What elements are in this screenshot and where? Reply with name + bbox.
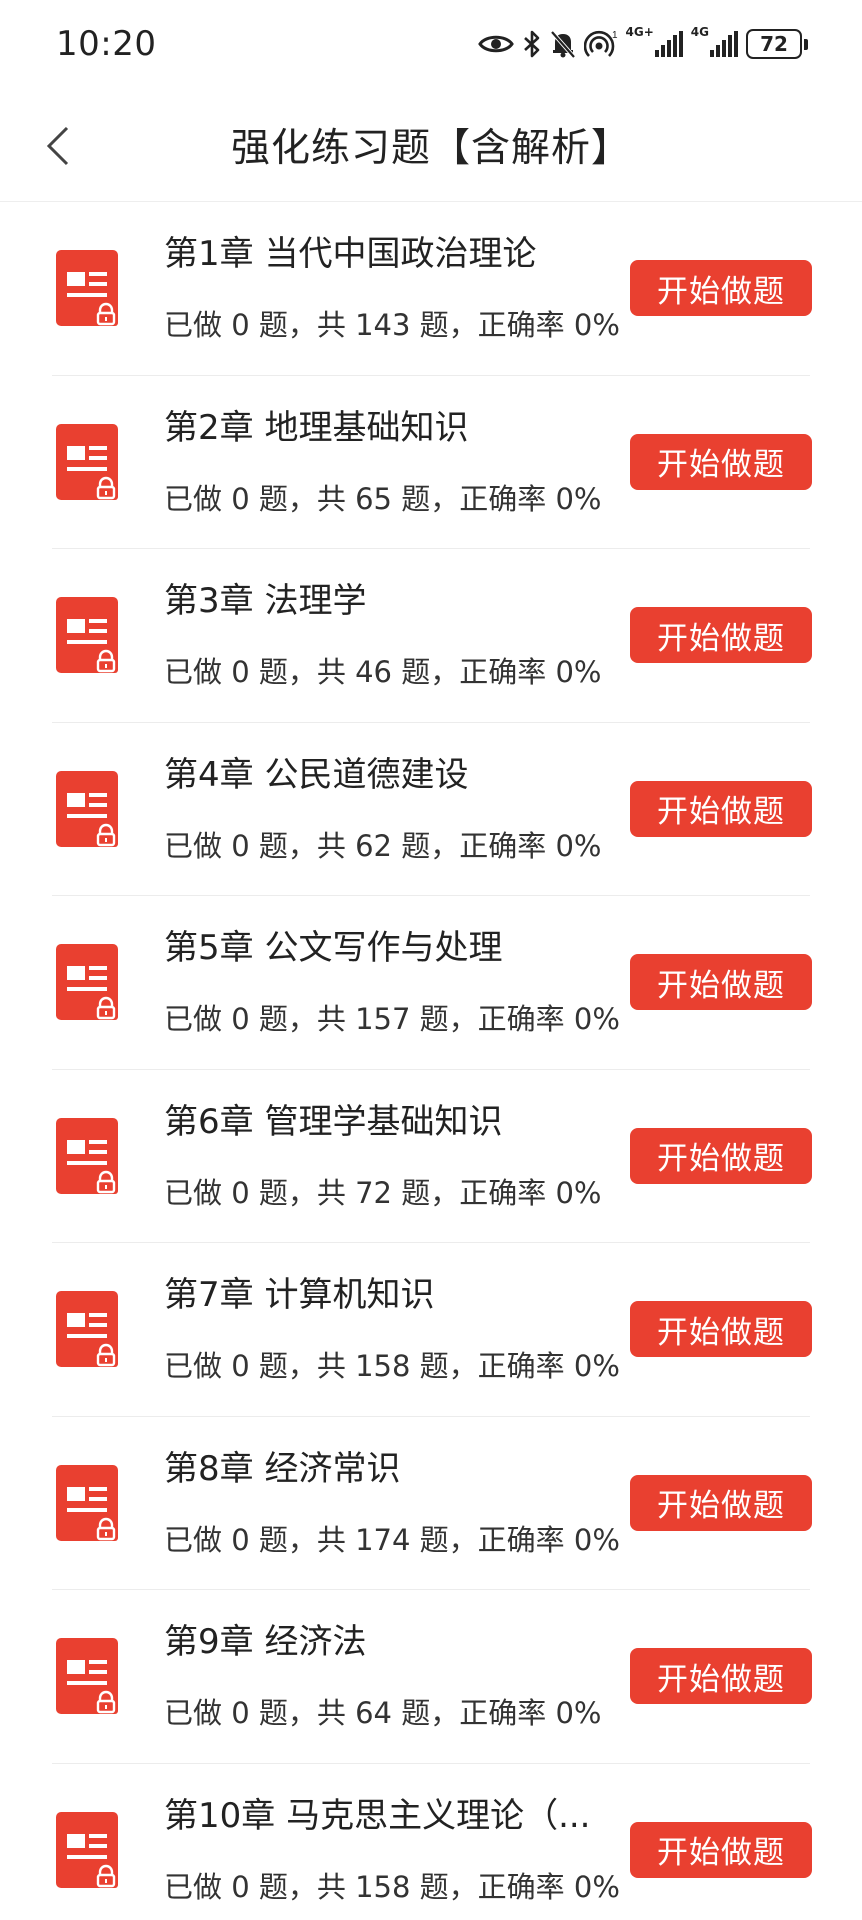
hotspot-icon: 1 — [583, 26, 618, 62]
chapter-title: 第10章 马克思主义理论（... — [164, 1795, 591, 1836]
chapter-title: 第6章 管理学基础知识 — [164, 1101, 503, 1142]
signal-icon: 4G+ — [626, 26, 683, 62]
chapter-title: 第9章 经济法 — [164, 1622, 367, 1662]
document-lock-icon — [56, 944, 118, 1021]
document-lock-icon — [56, 1291, 118, 1368]
chapter-stats: 已做 0 题，共 158 题，正确率 0% — [164, 1349, 620, 1383]
chapter-row-5[interactable]: 第5章 公文写作与处理 已做 0 题，共 157 题，正确率 0% 开始做题 — [52, 896, 812, 1070]
chapter-row-2[interactable]: 第2章 地理基础知识 已做 0 题，共 65 题，正确率 0% 开始做题 — [52, 376, 812, 549]
document-lock-icon — [56, 423, 118, 500]
chapter-stats: 已做 0 题，共 174 题，正确率 0% — [164, 1522, 620, 1557]
page-header: 强化练习题【含解析】 — [0, 92, 862, 202]
chapter-stats: 已做 0 题，共 72 题，正确率 0% — [164, 1175, 602, 1210]
start-practice-button[interactable]: 开始做题 — [630, 607, 812, 663]
start-practice-button[interactable]: 开始做题 — [630, 1648, 812, 1704]
chapter-stats: 已做 0 题，共 65 题，正确率 0% — [164, 481, 602, 516]
network-type-label: 4G+ — [625, 25, 654, 39]
start-practice-button[interactable]: 开始做题 — [630, 780, 812, 837]
chapter-stats: 已做 0 题，共 143 题，正确率 0% — [164, 308, 620, 342]
battery-icon: 72 — [746, 26, 808, 62]
status-bar: 10:20 1 4G+ 4G 72 — [0, 0, 862, 92]
document-lock-icon — [56, 597, 118, 674]
start-practice-button[interactable]: 开始做题 — [630, 1474, 812, 1531]
svg-text:1: 1 — [612, 30, 618, 41]
chapter-title: 第2章 地理基础知识 — [164, 407, 469, 448]
network-type-label: 4G — [690, 25, 709, 39]
start-practice-button[interactable]: 开始做题 — [630, 1301, 812, 1357]
chapter-row-6[interactable]: 第6章 管理学基础知识 已做 0 题，共 72 题，正确率 0% 开始做题 — [52, 1070, 812, 1243]
document-lock-icon — [56, 1117, 118, 1194]
chapter-title: 第5章 公文写作与处理 — [164, 928, 503, 968]
document-lock-icon — [56, 1638, 118, 1715]
document-lock-icon — [56, 1812, 118, 1889]
chapter-title: 第7章 计算机知识 — [164, 1275, 435, 1315]
start-practice-button[interactable]: 开始做题 — [630, 1821, 812, 1878]
battery-level: 72 — [746, 29, 802, 59]
bluetooth-icon — [522, 26, 542, 62]
chapter-row-8[interactable]: 第8章 经济常识 已做 0 题，共 174 题，正确率 0% 开始做题 — [52, 1417, 812, 1590]
chapter-stats: 已做 0 题，共 62 题，正确率 0% — [164, 828, 602, 863]
chapter-row-1[interactable]: 第1章 当代中国政治理论 已做 0 题，共 143 题，正确率 0% 开始做题 — [52, 202, 812, 376]
start-practice-button[interactable]: 开始做题 — [630, 1127, 812, 1184]
start-practice-button[interactable]: 开始做题 — [630, 260, 812, 316]
chapter-title: 第1章 当代中国政治理论 — [164, 234, 537, 274]
chapter-title: 第8章 经济常识 — [164, 1448, 401, 1489]
document-lock-icon — [56, 1464, 118, 1541]
eye-icon — [477, 26, 514, 62]
chapter-row-4[interactable]: 第4章 公民道德建设 已做 0 题，共 62 题，正确率 0% 开始做题 — [52, 723, 812, 896]
chapter-row-3[interactable]: 第3章 法理学 已做 0 题，共 46 题，正确率 0% 开始做题 — [52, 549, 812, 723]
chapter-stats: 已做 0 题，共 158 题，正确率 0% — [164, 1869, 620, 1904]
start-practice-button[interactable]: 开始做题 — [630, 954, 812, 1010]
status-time: 10:20 — [56, 24, 157, 64]
chapter-stats: 已做 0 题，共 64 题，正确率 0% — [164, 1696, 602, 1730]
page-title: 强化练习题【含解析】 — [230, 126, 631, 171]
chapter-row-10[interactable]: 第10章 马克思主义理论（... 已做 0 题，共 158 题，正确率 0% 开… — [52, 1764, 812, 1920]
start-practice-button[interactable]: 开始做题 — [630, 433, 812, 490]
chapter-row-9[interactable]: 第9章 经济法 已做 0 题，共 64 题，正确率 0% 开始做题 — [52, 1590, 812, 1764]
chapter-title: 第4章 公民道德建设 — [164, 754, 469, 795]
document-lock-icon — [56, 250, 118, 327]
document-lock-icon — [56, 770, 118, 847]
bell-off-icon — [550, 26, 576, 62]
chapter-stats: 已做 0 题，共 157 题，正确率 0% — [164, 1002, 620, 1036]
status-icons: 1 4G+ 4G 72 — [477, 26, 808, 62]
chapter-list: 第1章 当代中国政治理论 已做 0 题，共 143 题，正确率 0% 开始做题 … — [52, 202, 812, 1920]
chapter-row-7[interactable]: 第7章 计算机知识 已做 0 题，共 158 题，正确率 0% 开始做题 — [52, 1243, 812, 1417]
chapter-title: 第3章 法理学 — [164, 581, 367, 621]
chapter-stats: 已做 0 题，共 46 题，正确率 0% — [164, 655, 602, 689]
signal-icon: 4G — [691, 26, 738, 62]
